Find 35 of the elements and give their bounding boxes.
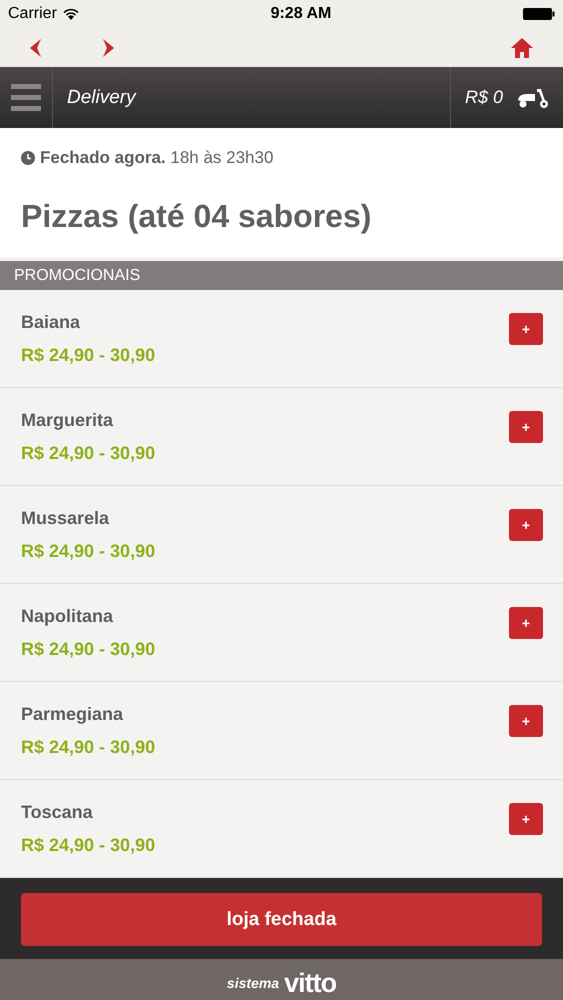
section-header: PROMOCIONAIS [0, 261, 563, 290]
add-button[interactable]: + [509, 607, 543, 639]
add-button[interactable]: + [509, 509, 543, 541]
add-button[interactable]: + [509, 705, 543, 737]
add-button[interactable]: + [509, 313, 543, 345]
item-price: R$ 24,90 - 30,90 [21, 639, 156, 660]
battery-icon [523, 7, 555, 21]
cart-total: R$ 0 [464, 87, 503, 108]
brand-logo: vitto [284, 968, 336, 998]
item-name: Baiana [21, 312, 82, 333]
item-name: Toscana [21, 802, 94, 823]
store-closed-button[interactable]: loja fechada [21, 893, 542, 946]
item-price: R$ 24,90 - 30,90 [21, 541, 156, 562]
add-button[interactable]: + [509, 411, 543, 443]
brand-prefix: sistema [226, 975, 280, 991]
home-icon[interactable] [511, 38, 533, 58]
wifi-icon [62, 8, 79, 20]
clock-icon [21, 151, 35, 165]
forward-icon[interactable] [102, 38, 114, 56]
opening-hours: Fechado agora. 18h às 23h30 [40, 148, 274, 168]
add-button[interactable]: + [509, 803, 543, 835]
item-price: R$ 24,90 - 30,90 [21, 835, 156, 856]
item-name: Parmegiana [21, 704, 124, 725]
item-name: Napolitana [21, 606, 114, 627]
item-price: R$ 24,90 - 30,90 [21, 737, 156, 758]
carrier-label: Carrier [8, 5, 57, 23]
category-title: Pizzas (até 04 sabores) [21, 198, 372, 235]
item-name: Marguerita [21, 410, 114, 431]
header-title: Delivery [67, 86, 136, 108]
item-price: R$ 24,90 - 30,90 [21, 345, 156, 366]
menu-icon[interactable] [11, 84, 41, 112]
item-price: R$ 24,90 - 30,90 [21, 443, 156, 464]
back-icon[interactable] [30, 38, 42, 56]
clock: 9:28 AM [270, 5, 332, 23]
item-name: Mussarela [21, 508, 110, 529]
